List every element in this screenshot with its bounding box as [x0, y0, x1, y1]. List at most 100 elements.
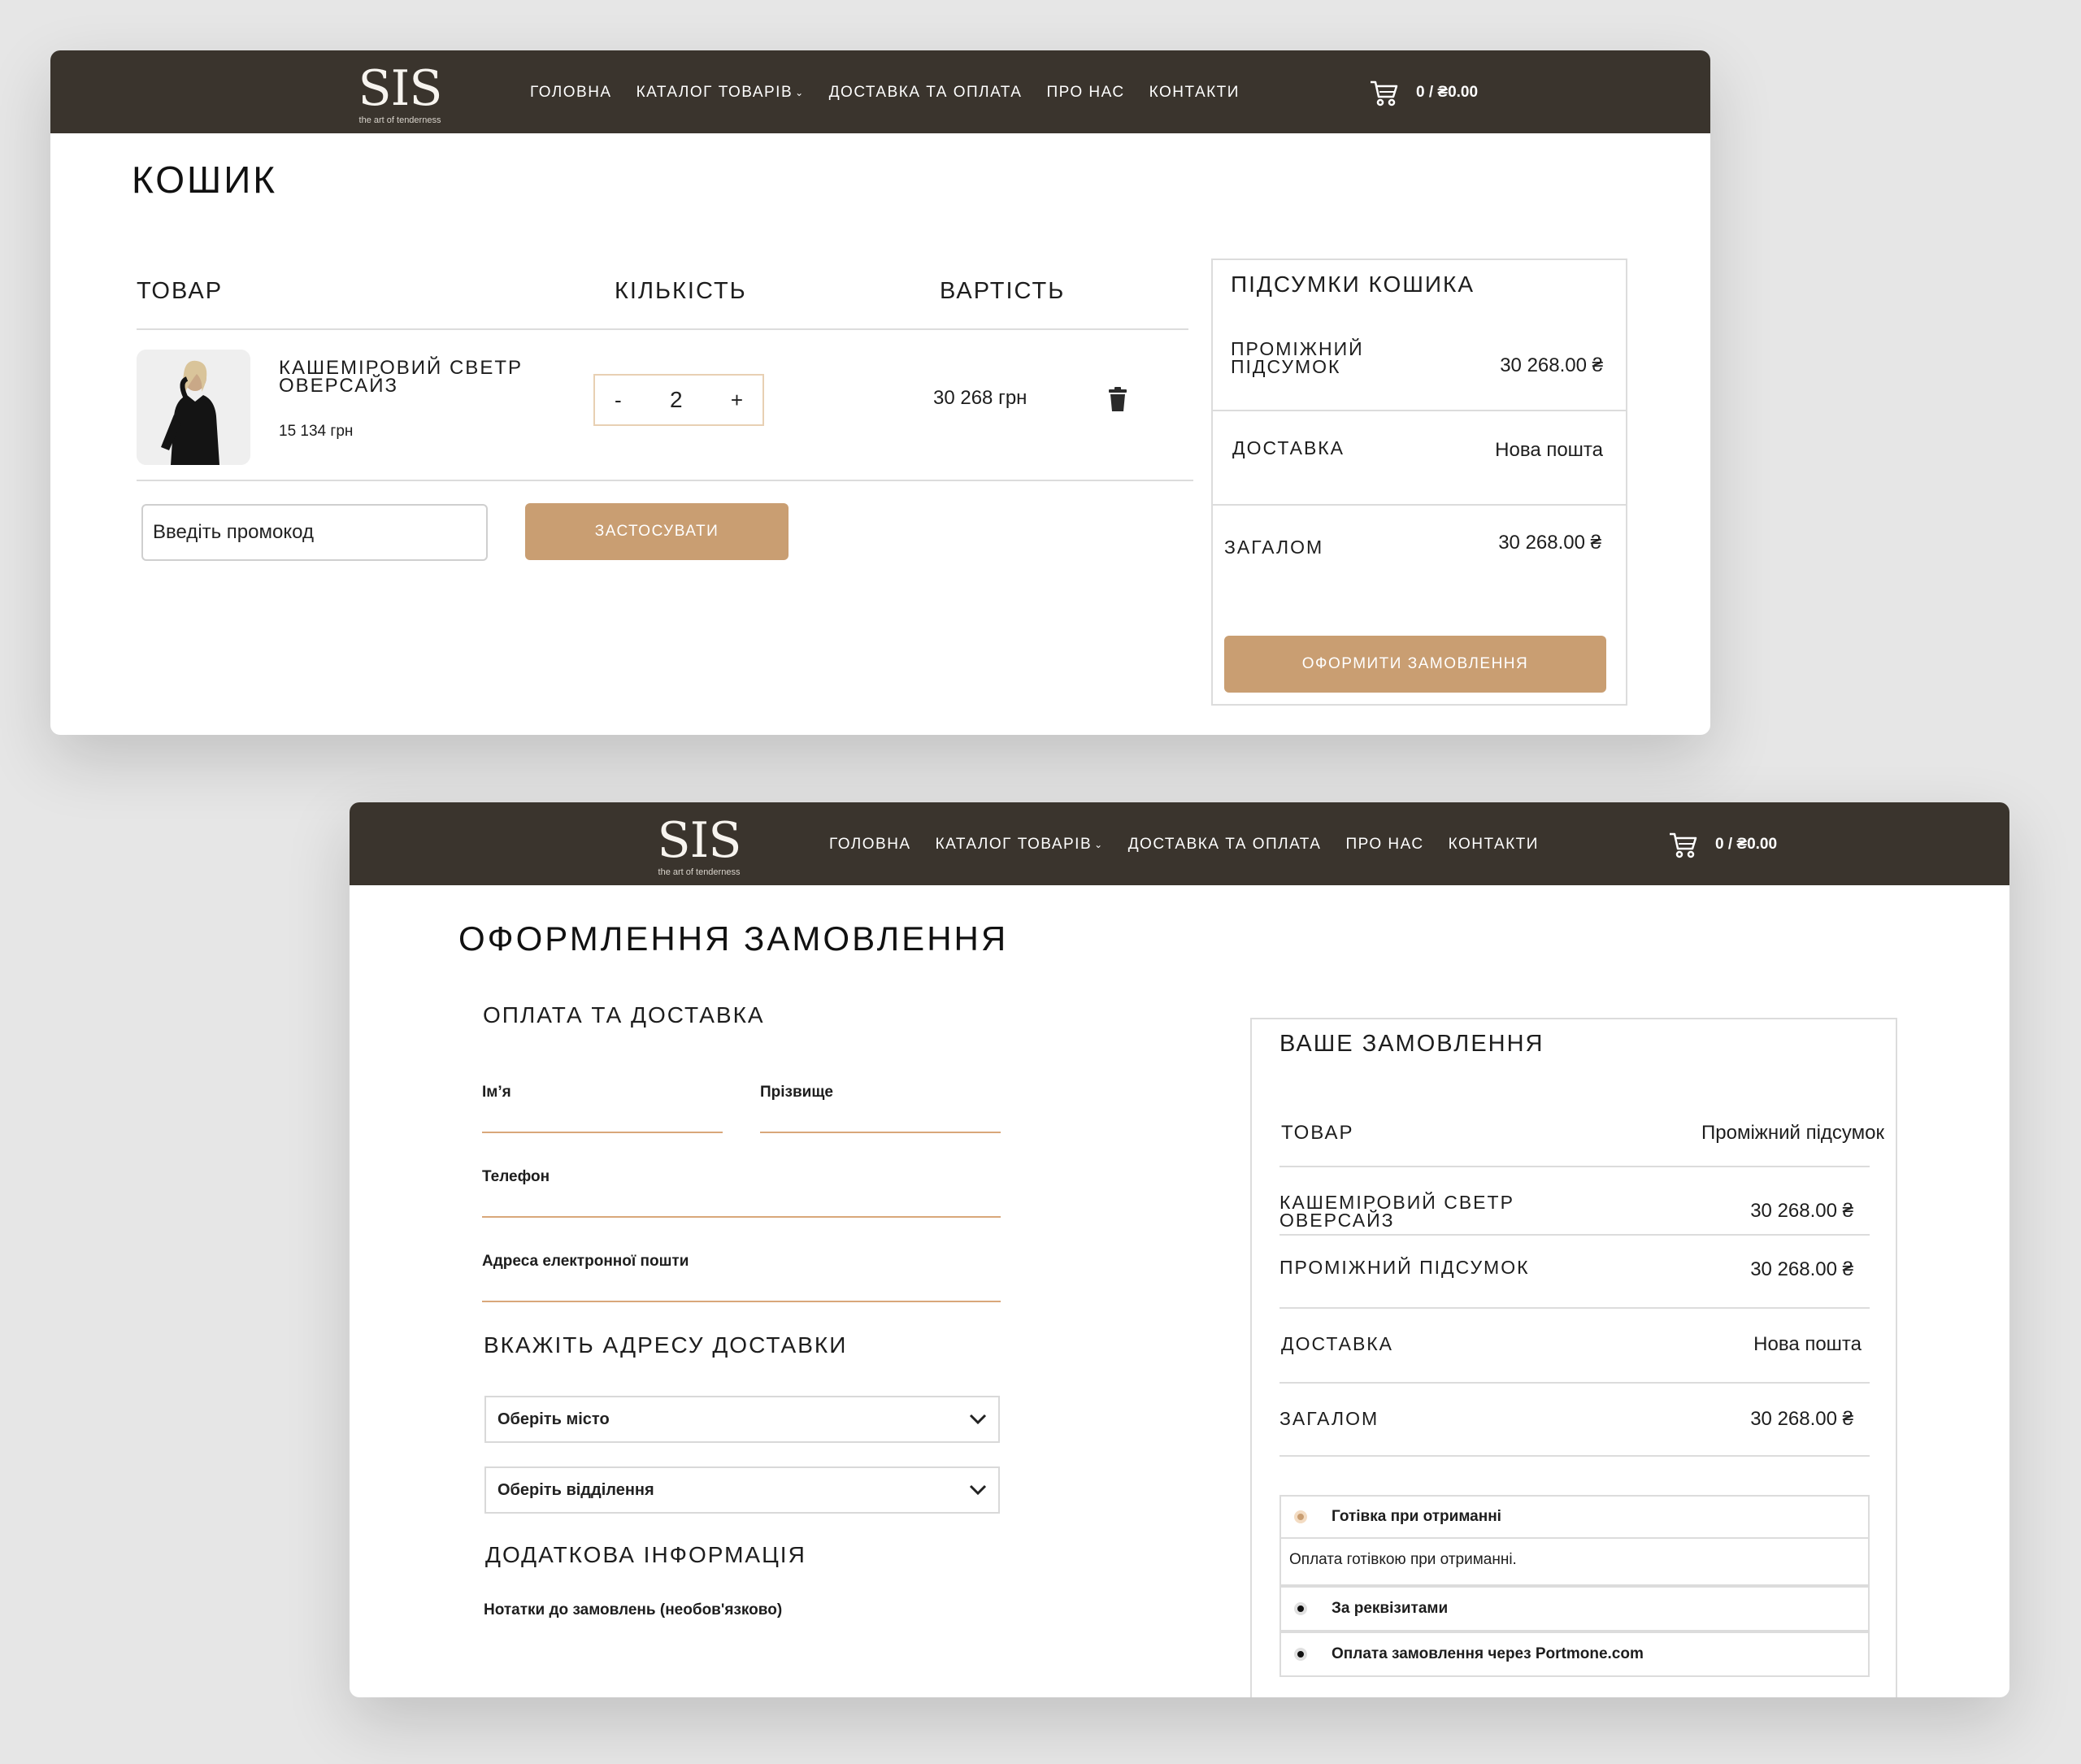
first-name-label: Ім’я — [482, 1084, 511, 1101]
order-shipping-value: Нова пошта — [1753, 1333, 1862, 1355]
nav-home[interactable]: ГОЛОВНА — [530, 80, 612, 105]
last-name-field[interactable] — [760, 1132, 1001, 1133]
page-title: ОФОРМЛЕННЯ ЗАМОВЛЕННЯ — [458, 919, 1009, 958]
site-logo[interactable]: SIS the art of tenderness — [650, 814, 748, 879]
page-title: КОШИК — [132, 159, 278, 201]
subtotal-label-line1: ПРОМІЖНИЙ — [1231, 338, 1364, 359]
line-total: 30 268 грн — [933, 387, 1027, 409]
payment-option-label: Готівка при отриманні — [1332, 1508, 1501, 1525]
nav-catalog[interactable]: КАТАЛОГ ТОВАРІВ ⌄ — [936, 832, 1104, 857]
site-logo[interactable]: SIS the art of tenderness — [351, 62, 449, 127]
quantity-decrease-button[interactable]: - — [615, 388, 622, 413]
nav-about[interactable]: ПРО НАС — [1046, 80, 1124, 105]
subtotal-label-line2: ПІДСУМОК — [1231, 356, 1341, 377]
order-item-line2: ОВЕРСАЙЗ — [1279, 1210, 1395, 1231]
order-item-value: 30 268.00 ₴ — [1750, 1200, 1853, 1222]
payment-option-portmone: Оплата замовлення через Portmone.com — [1279, 1631, 1870, 1677]
product-unit-price: 15 134 грн — [279, 423, 354, 440]
first-name-field[interactable] — [482, 1132, 723, 1133]
city-select-value: Оберіть місто — [497, 1410, 610, 1428]
trash-icon[interactable] — [1107, 387, 1128, 411]
logo-tagline: the art of tenderness — [658, 867, 741, 877]
nav-contacts[interactable]: КОНТАКТИ — [1149, 80, 1240, 105]
phone-label: Телефон — [482, 1168, 550, 1185]
order-total-label: ЗАГАЛОМ — [1279, 1408, 1379, 1429]
column-quantity: КІЛЬКІСТЬ — [615, 278, 747, 304]
nav-contacts[interactable]: КОНТАКТИ — [1449, 832, 1539, 857]
shipping-value: Нова пошта — [1495, 439, 1603, 461]
city-select[interactable]: Оберіть місто — [484, 1396, 1000, 1443]
last-name-label: Прізвище — [760, 1084, 833, 1101]
chevron-down-icon: ⌄ — [1094, 839, 1104, 850]
nav-catalog-label: КАТАЛОГ ТОВАРІВ — [935, 836, 1093, 853]
divider — [137, 328, 1188, 330]
chevron-down-icon: ⌄ — [795, 87, 805, 98]
divider — [1279, 1234, 1870, 1236]
column-product: ТОВАР — [137, 278, 224, 304]
column-price: ВАРТІСТЬ — [940, 278, 1066, 304]
order-column-subtotal: Проміжний підсумок — [1701, 1122, 1884, 1144]
nav-catalog[interactable]: КАТАЛОГ ТОВАРІВ ⌄ — [636, 80, 805, 105]
logo-tagline: the art of tenderness — [358, 115, 441, 125]
payment-option-requisites-row[interactable]: За реквізитами — [1281, 1588, 1868, 1630]
payment-option-label: Оплата замовлення через Portmone.com — [1332, 1645, 1644, 1662]
product-name-line2: ОВЕРСАЙЗ — [279, 375, 398, 397]
site-header: SIS the art of tenderness ГОЛОВНА КАТАЛО… — [50, 50, 1710, 133]
branch-select[interactable]: Оберіть відділення — [484, 1466, 1000, 1514]
phone-field[interactable] — [482, 1216, 1001, 1218]
radio-icon — [1294, 1602, 1307, 1615]
subtotal-label: ПРОМІЖНИЙ ПІДСУМОК — [1231, 340, 1364, 376]
cart-summary: 0 / ₴0.00 — [1416, 84, 1479, 101]
nav-catalog-label: КАТАЛОГ ТОВАРІВ — [636, 84, 793, 101]
nav-delivery[interactable]: ДОСТАВКА ТА ОПЛАТА — [829, 80, 1023, 105]
subtotal-value: 30 268.00 ₴ — [1500, 354, 1603, 376]
main-nav: ГОЛОВНА КАТАЛОГ ТОВАРІВ ⌄ ДОСТАВКА ТА ОПЛ… — [829, 832, 1539, 857]
divider — [1213, 410, 1626, 411]
logo-text: SIS — [358, 60, 443, 117]
payment-option-description: Оплата готівкою при отриманні. — [1289, 1551, 1517, 1568]
order-item-line1: КАШЕМІРОВИЙ СВЕТР — [1279, 1192, 1514, 1213]
header-cart[interactable]: 0 / ₴0.00 — [1668, 827, 1777, 862]
product-name[interactable]: КАШЕМІРОВИЙ СВЕТР ОВЕРСАЙЗ — [279, 358, 523, 397]
email-field[interactable] — [482, 1301, 1001, 1302]
main-nav: ГОЛОВНА КАТАЛОГ ТОВАРІВ ⌄ ДОСТАВКА ТА ОПЛ… — [530, 80, 1240, 105]
quantity-value[interactable]: 2 — [670, 387, 683, 413]
order-total-value: 30 268.00 ₴ — [1750, 1408, 1853, 1430]
shipping-label: ДОСТАВКА — [1232, 437, 1345, 458]
product-thumbnail[interactable] — [137, 350, 250, 465]
total-value: 30 268.00 ₴ — [1498, 532, 1601, 554]
your-order-title: ВАШЕ ЗАМОВЛЕННЯ — [1279, 1031, 1544, 1057]
apply-promo-button[interactable]: ЗАСТОСУВАТИ — [525, 503, 789, 560]
order-shipping-label: ДОСТАВКА — [1281, 1333, 1394, 1354]
divider — [137, 480, 1193, 481]
checkout-button[interactable]: ОФОРМИТИ ЗАМОВЛЕННЯ — [1224, 636, 1606, 693]
payment-option-portmone-row[interactable]: Оплата замовлення через Portmone.com — [1281, 1633, 1868, 1675]
total-label: ЗАГАЛОМ — [1224, 537, 1324, 558]
divider — [1279, 1166, 1870, 1167]
divider — [1279, 1382, 1870, 1384]
payment-option-cash-row[interactable]: Готівка при отриманні — [1281, 1497, 1868, 1539]
cart-totals: ПІДСУМКИ КОШИКА ПРОМІЖНИЙ ПІДСУМОК 30 26… — [1211, 259, 1627, 706]
promo-code-input[interactable] — [141, 504, 488, 561]
cart-summary: 0 / ₴0.00 — [1715, 836, 1778, 853]
quantity-increase-button[interactable]: + — [731, 388, 743, 413]
divider — [1279, 1307, 1870, 1309]
nav-delivery[interactable]: ДОСТАВКА ТА ОПЛАТА — [1128, 832, 1322, 857]
branch-select-value: Оберіть відділення — [497, 1480, 654, 1499]
payment-option-cash: Готівка при отриманні Оплата готівкою пр… — [1279, 1495, 1870, 1586]
email-label: Адреса електронної пошти — [482, 1253, 689, 1270]
order-subtotal-value: 30 268.00 ₴ — [1750, 1258, 1853, 1280]
payment-delivery-heading: ОПЛАТА ТА ДОСТАВКА — [483, 1002, 765, 1028]
payment-option-label: За реквізитами — [1332, 1600, 1449, 1617]
radio-selected-icon — [1294, 1510, 1307, 1523]
additional-info-heading: ДОДАТКОВА ІНФОРМАЦІЯ — [485, 1542, 806, 1567]
nav-home[interactable]: ГОЛОВНА — [829, 832, 911, 857]
order-notes-label: Нотатки до замовлень (необов'язково) — [484, 1601, 783, 1618]
nav-about[interactable]: ПРО НАС — [1345, 832, 1423, 857]
chevron-down-icon — [969, 1484, 987, 1496]
site-header: SIS the art of tenderness ГОЛОВНА КАТАЛО… — [350, 802, 2009, 885]
divider — [1213, 504, 1626, 506]
header-cart[interactable]: 0 / ₴0.00 — [1369, 75, 1478, 111]
order-item-name: КАШЕМІРОВИЙ СВЕТР ОВЕРСАЙЗ — [1279, 1192, 1514, 1231]
cart-icon — [1670, 832, 1697, 858]
